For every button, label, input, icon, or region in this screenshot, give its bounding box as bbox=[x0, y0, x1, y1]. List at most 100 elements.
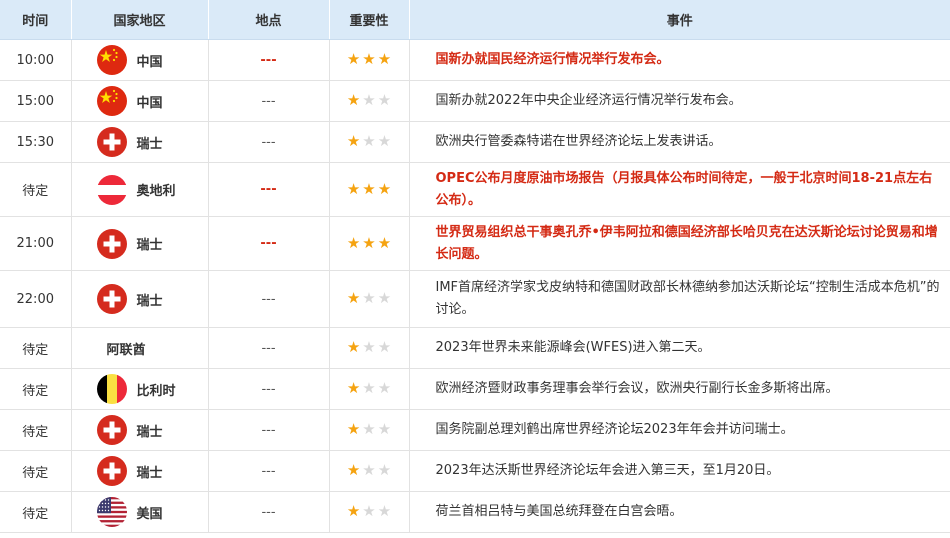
cell-location: --- bbox=[208, 368, 330, 410]
header-time[interactable]: 时间 bbox=[0, 0, 72, 40]
cell-country: 阿联酋 bbox=[71, 327, 209, 369]
cell-importance: ★ ★ ★ bbox=[329, 121, 410, 163]
cell-event: OPEC公布月度原油市场报告（月报具体公布时间待定，一般于北京时间18-21点左… bbox=[409, 162, 950, 217]
star-icon: ★ bbox=[362, 502, 376, 520]
table-row[interactable]: 待定 瑞士 --- ★ ★ ★ 2023年达沃斯世界经济论坛年会进入第三天，至1月20日。 bbox=[0, 450, 950, 492]
cell-country: 瑞士 bbox=[71, 121, 209, 163]
cell-importance: ★ ★ ★ bbox=[329, 491, 410, 533]
country-name: 瑞士 bbox=[136, 136, 163, 152]
star-icon: ★ bbox=[377, 233, 392, 252]
cell-time: 待定 bbox=[0, 368, 72, 410]
star-icon: ★ bbox=[377, 502, 392, 520]
cell-event: 国新办就2022年中央企业经济运行情况举行发布会。 bbox=[409, 80, 950, 122]
cell-event: 2023年世界未来能源峰会(WFES)进入第二天。 bbox=[409, 327, 950, 369]
table-row[interactable]: 21:00 瑞士 --- ★ ★ ★ 世界贸易组织总干事奥孔乔•伊韦阿拉和德国经济部长哈贝克… bbox=[0, 216, 950, 271]
star-icon: ★ bbox=[346, 233, 361, 252]
cell-event: IMF首席经济学家戈皮纳特和德国财政部长林德纳参加达沃斯论坛“控制生活成本危机”… bbox=[409, 270, 950, 328]
importance-stars: ★ ★ ★ bbox=[347, 381, 391, 396]
star-icon: ★ bbox=[362, 91, 376, 109]
cell-location: --- bbox=[208, 491, 330, 533]
star-icon: ★ bbox=[377, 420, 392, 438]
table-row[interactable]: 待定 奥地利 --- ★ ★ ★ OPEC公布月度原油市场报告（月报具体公布时间待定，一般于… bbox=[0, 162, 950, 217]
importance-stars: ★ ★ ★ bbox=[347, 463, 391, 478]
star-icon: ★ bbox=[377, 179, 392, 198]
importance-stars: ★ ★ ★ bbox=[347, 504, 391, 519]
cell-country: 比利时 bbox=[71, 368, 209, 410]
cell-event: 欧洲央行管委森特诺在世界经济论坛上发表讲话。 bbox=[409, 121, 950, 163]
table-row[interactable]: 待定 阿联酋 --- ★ ★ ★ 2023年世界未来能源峰会(WFES)进入第二天。 bbox=[0, 327, 950, 369]
flag-ch-icon bbox=[96, 228, 127, 259]
flag-ch-icon bbox=[96, 456, 127, 486]
flag-be-icon bbox=[96, 374, 127, 404]
table-row[interactable]: 待定 比利时 --- ★ ★ ★ 欧洲经济暨财政事务理事会举行会议，欧洲央行副行长金多斯将出… bbox=[0, 368, 950, 410]
table-row[interactable]: 10:00 中国 --- ★ ★ ★ 国新办就国民经济运行情况举行发布会。 bbox=[0, 39, 950, 81]
cell-event: 荷兰首相吕特与美国总统拜登在白宫会晤。 bbox=[409, 491, 950, 533]
flag-us-icon bbox=[96, 497, 127, 527]
table-row[interactable]: 22:00 瑞士 --- ★ ★ ★ IMF首席经济学家戈皮纳特和德国财政部长林德纳参加达沃… bbox=[0, 270, 950, 328]
country-name: 阿联酋 bbox=[106, 342, 146, 358]
star-icon: ★ bbox=[377, 289, 392, 307]
cell-country: 美国 bbox=[71, 491, 209, 533]
cell-country: 中国 bbox=[71, 80, 209, 122]
cell-time: 待定 bbox=[0, 450, 72, 492]
importance-stars: ★ ★ ★ bbox=[347, 134, 391, 149]
star-icon: ★ bbox=[346, 50, 361, 68]
cell-time: 待定 bbox=[0, 491, 72, 533]
cell-location: --- bbox=[208, 162, 330, 217]
importance-stars: ★ ★ ★ bbox=[347, 422, 391, 437]
cell-time: 待定 bbox=[0, 409, 72, 451]
star-icon: ★ bbox=[346, 289, 361, 307]
country-name: 美国 bbox=[136, 506, 163, 522]
flag-cn-icon bbox=[96, 86, 127, 116]
table-row[interactable]: 待定 美国 --- ★ ★ ★ 荷兰首相吕特与美国总统拜登在白宫会晤。 bbox=[0, 491, 950, 533]
cell-importance: ★ ★ ★ bbox=[329, 162, 410, 217]
cell-time: 15:30 bbox=[0, 121, 72, 163]
country-name: 中国 bbox=[136, 54, 163, 70]
cell-time: 待定 bbox=[0, 162, 72, 217]
cell-time: 22:00 bbox=[0, 270, 72, 328]
importance-stars: ★ ★ ★ bbox=[347, 291, 391, 306]
importance-stars: ★ ★ ★ bbox=[346, 233, 392, 252]
star-icon: ★ bbox=[362, 420, 376, 438]
country-name: 瑞士 bbox=[136, 238, 163, 253]
cell-country: 瑞士 bbox=[71, 270, 209, 328]
star-icon: ★ bbox=[362, 50, 376, 68]
star-icon: ★ bbox=[346, 179, 361, 198]
cell-location: --- bbox=[208, 80, 330, 122]
table-row[interactable]: 15:30 瑞士 --- ★ ★ ★ 欧洲央行管委森特诺在世界经济论坛上发表讲话。 bbox=[0, 121, 950, 163]
cell-event: 世界贸易组织总干事奥孔乔•伊韦阿拉和德国经济部长哈贝克在达沃斯论坛讨论贸易和增长… bbox=[409, 216, 950, 271]
country-name: 瑞士 bbox=[136, 465, 163, 481]
star-icon: ★ bbox=[377, 91, 392, 109]
cell-importance: ★ ★ ★ bbox=[329, 409, 410, 451]
star-icon: ★ bbox=[346, 461, 361, 479]
star-icon: ★ bbox=[346, 338, 361, 356]
table-row[interactable]: 待定 瑞士 --- ★ ★ ★ 国务院副总理刘鹤出席世界经济论坛2023年年会并访问瑞士。 bbox=[0, 409, 950, 451]
star-icon: ★ bbox=[362, 132, 376, 150]
cell-location: --- bbox=[208, 327, 330, 369]
star-icon: ★ bbox=[346, 420, 361, 438]
flag-ch-icon bbox=[96, 127, 127, 157]
cell-country: 瑞士 bbox=[71, 409, 209, 451]
table-row[interactable]: 15:00 中国 --- ★ ★ ★ 国新办就2022年中央企业经济运行情况举行发布会。 bbox=[0, 80, 950, 122]
calendar-table: 时间 国家地区 地点 重要性 事件 10:00 中国 --- ★ ★ ★ 国新办就国民经济运… bbox=[0, 0, 950, 533]
cell-importance: ★ ★ ★ bbox=[329, 270, 410, 328]
cell-time: 15:00 bbox=[0, 80, 72, 122]
header-importance[interactable]: 重要性 bbox=[329, 0, 410, 40]
header-country[interactable]: 国家地区 bbox=[71, 0, 209, 40]
flag-ch-icon bbox=[96, 284, 127, 314]
cell-country: 瑞士 bbox=[71, 450, 209, 492]
star-icon: ★ bbox=[362, 461, 376, 479]
cell-country: 瑞士 bbox=[71, 216, 209, 271]
cell-country: 奥地利 bbox=[71, 162, 209, 217]
cell-importance: ★ ★ ★ bbox=[329, 450, 410, 492]
star-icon: ★ bbox=[377, 461, 392, 479]
country-name: 比利时 bbox=[136, 383, 176, 399]
cell-country: 中国 bbox=[71, 39, 209, 81]
cell-importance: ★ ★ ★ bbox=[329, 80, 410, 122]
star-icon: ★ bbox=[377, 379, 392, 397]
header-event[interactable]: 事件 bbox=[409, 0, 950, 40]
header-location[interactable]: 地点 bbox=[208, 0, 330, 40]
importance-stars: ★ ★ ★ bbox=[346, 179, 392, 198]
table-header: 时间 国家地区 地点 重要性 事件 bbox=[0, 0, 950, 40]
star-icon: ★ bbox=[362, 233, 376, 252]
